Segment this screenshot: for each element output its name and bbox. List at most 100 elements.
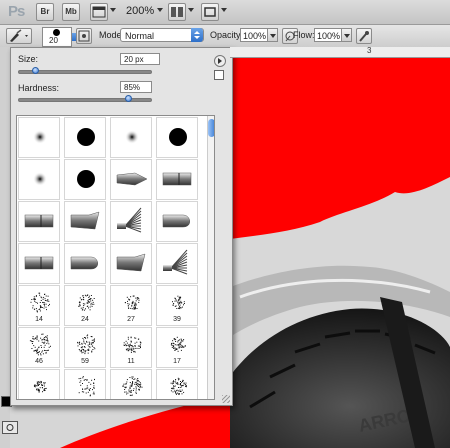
brush-tool-preset-icon[interactable] <box>6 28 32 44</box>
screen-mode-dropdown-icon[interactable] <box>221 8 227 12</box>
hardness-slider-knob[interactable] <box>125 95 133 102</box>
brush-preset-cell[interactable] <box>64 243 106 284</box>
brush-preset-cell[interactable] <box>64 369 106 399</box>
opacity-label: Opacity: <box>210 30 244 40</box>
brush-preset-grid: 14 24 27 39 46 59 11 17 <box>16 115 215 400</box>
size-slider[interactable] <box>18 67 152 74</box>
brush-preset-cell[interactable] <box>156 243 198 284</box>
extras-dropdown-icon[interactable] <box>110 8 116 12</box>
brush-preset-cell[interactable] <box>110 369 152 399</box>
brush-preset-size: 46 <box>35 358 43 365</box>
brush-picker-button[interactable]: 20 <box>42 27 80 47</box>
hardness-label: Hardness: <box>18 83 60 93</box>
arrange-documents-icon[interactable] <box>168 3 186 21</box>
brush-preset-cell[interactable] <box>110 243 152 284</box>
brush-preset-size: 59 <box>81 358 89 365</box>
brush-preset-cell[interactable]: 17 <box>156 327 198 368</box>
airbrush-icon[interactable] <box>356 28 372 44</box>
brush-preset-size: 39 <box>173 316 181 323</box>
brush-preset-cell[interactable] <box>110 201 152 242</box>
mode-select[interactable]: Normal <box>120 28 204 42</box>
pointed-bristle-brush-icon <box>116 172 148 186</box>
brush-preset-cell[interactable] <box>18 243 60 284</box>
brush-preset-cell[interactable] <box>156 201 198 242</box>
options-bar: 20 Mode: Normal Opacity: 100% Flow: 100% <box>0 25 450 48</box>
brush-preset-cell[interactable]: 11 <box>110 327 152 368</box>
brush-tip-icon <box>53 29 60 36</box>
brush-size-readout: 20 <box>49 36 58 45</box>
quick-mask-icon[interactable] <box>2 421 18 434</box>
extras-icon[interactable] <box>90 3 108 21</box>
hardness-slider[interactable] <box>18 95 152 102</box>
angle-bristle-brush-icon <box>116 253 146 272</box>
opacity-field[interactable]: 100% <box>240 28 268 42</box>
size-label: Size: <box>18 54 39 64</box>
mode-value: Normal <box>125 31 155 41</box>
brush-preset-size: 14 <box>35 316 43 323</box>
zoom-level[interactable]: 200% <box>126 5 154 17</box>
flow-dropdown-icon[interactable] <box>342 28 352 42</box>
brush-preset-cell[interactable] <box>18 159 60 200</box>
opacity-dropdown-icon[interactable] <box>268 28 278 42</box>
application-bar: Ps Br Mb 200% <box>0 0 450 25</box>
brush-preset-cell[interactable] <box>18 201 60 242</box>
brush-preset-picker: Size: 20 px Hardness: 85% 14 24 27 39 46 59 11… <box>10 47 233 406</box>
spatter-brush-icon <box>33 380 47 393</box>
brush-preset-cell[interactable]: 39 <box>156 285 198 326</box>
brush-preset-cell[interactable]: 27 <box>110 285 152 326</box>
round-bristle-brush-icon <box>162 214 190 228</box>
hard-round-brush-icon <box>169 128 187 146</box>
preset-scrollbar-thumb[interactable] <box>208 119 214 137</box>
brush-preset-cell[interactable] <box>64 201 106 242</box>
brush-preset-cell[interactable] <box>110 159 152 200</box>
brush-preset-cell[interactable]: 24 <box>64 285 106 326</box>
hardness-field[interactable]: 85% <box>120 81 152 93</box>
round-bristle-brush-icon <box>70 256 98 270</box>
panel-menu-icon[interactable] <box>214 55 226 67</box>
brush-preset-size: 11 <box>127 358 135 365</box>
new-preset-icon[interactable] <box>214 70 224 80</box>
fan-bristle-brush-icon <box>117 207 142 233</box>
ruler-mark: 3 <box>367 46 372 55</box>
arrange-dropdown-icon[interactable] <box>188 8 194 12</box>
brush-preset-cell[interactable] <box>156 159 198 200</box>
toolbox-strip <box>0 47 10 448</box>
brush-preset-cell[interactable] <box>156 369 198 399</box>
size-field[interactable]: 20 px <box>120 53 160 65</box>
brush-preset-cell[interactable] <box>110 117 152 158</box>
brush-preset-cell[interactable]: 59 <box>64 327 106 368</box>
flat-bristle-brush-icon <box>24 214 54 228</box>
mode-dropdown-icon <box>191 28 203 42</box>
hard-round-brush-icon <box>77 170 95 188</box>
horizontal-ruler: 3 <box>230 46 450 58</box>
brush-preset-cell[interactable] <box>64 117 106 158</box>
photoshop-logo: Ps <box>8 3 25 20</box>
panel-resize-grip[interactable] <box>222 395 230 403</box>
brush-preset-cell[interactable] <box>156 117 198 158</box>
brush-preset-cell[interactable]: 14 <box>18 285 60 326</box>
soft-round-brush-icon <box>33 130 47 144</box>
spatter-brush-icon <box>122 376 143 396</box>
flow-field[interactable]: 100% <box>314 28 342 42</box>
document-image: ARRO <box>230 47 450 448</box>
soft-round-brush-icon <box>33 172 47 186</box>
preset-scrollbar[interactable] <box>207 116 214 399</box>
brush-preset-size: 17 <box>173 358 181 365</box>
screen-mode-icon[interactable] <box>201 3 219 21</box>
brush-preset-cell[interactable] <box>64 159 106 200</box>
document-canvas[interactable]: ARRO <box>230 47 450 448</box>
brush-preset-cell[interactable]: 46 <box>18 327 60 368</box>
flow-label: Flow: <box>293 30 315 40</box>
toggle-brush-panel-icon[interactable] <box>76 28 92 44</box>
brush-preset-cell[interactable] <box>18 117 60 158</box>
flat-bristle-brush-icon <box>162 172 192 186</box>
zoom-dropdown-icon[interactable] <box>157 8 163 12</box>
flat-bristle-brush-icon <box>24 256 54 270</box>
mini-bridge-button[interactable]: Mb <box>62 3 80 21</box>
soft-round-brush-icon <box>125 130 139 144</box>
bridge-button[interactable]: Br <box>36 3 54 21</box>
size-slider-knob[interactable] <box>31 67 39 74</box>
brush-preset-size: 24 <box>81 316 89 323</box>
angle-bristle-brush-icon <box>70 211 100 230</box>
brush-preset-cell[interactable] <box>18 369 60 399</box>
